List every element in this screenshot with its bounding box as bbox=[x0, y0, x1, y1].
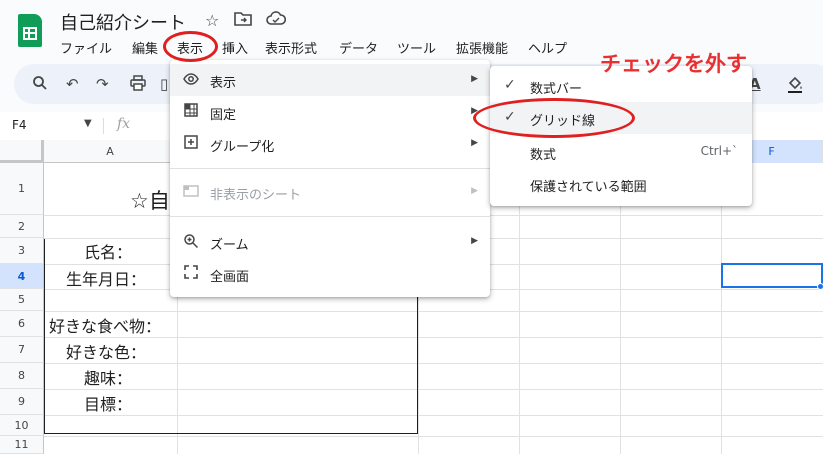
menu-divider bbox=[170, 216, 490, 217]
menu-divider bbox=[170, 168, 490, 169]
freeze-icon bbox=[182, 103, 200, 121]
selected-cell-f4[interactable] bbox=[721, 263, 823, 288]
view-menu: 表示 ▶ 固定 ▶ グループ化 ▶ 非表示のシート ▶ ズーム ▶ 全画面 bbox=[170, 60, 490, 297]
view-menu-freeze-label: 固定 bbox=[210, 108, 237, 123]
gridline bbox=[721, 163, 722, 454]
show-formulas-shortcut: Ctrl+` bbox=[700, 144, 738, 158]
annotation-circle-gridlines bbox=[473, 98, 635, 138]
menu-extensions[interactable]: 拡張機能 bbox=[456, 38, 508, 57]
show-protected-ranges-label: 保護されている範囲 bbox=[530, 180, 647, 195]
hidden-sheet-icon bbox=[182, 183, 200, 201]
show-formulas-label: 数式 bbox=[530, 148, 557, 163]
show-protected-ranges[interactable]: 保護されている範囲 bbox=[490, 168, 752, 200]
eye-icon bbox=[182, 71, 200, 89]
gridline bbox=[44, 389, 823, 390]
annotation-circle-view-menu bbox=[163, 31, 218, 62]
gridline bbox=[44, 337, 823, 338]
row-header-3[interactable]: 3 bbox=[0, 238, 44, 264]
document-title[interactable]: 自己紹介シート bbox=[60, 9, 186, 35]
cell-a1[interactable]: ☆自 bbox=[130, 185, 170, 215]
row-header-1[interactable]: 1 bbox=[0, 163, 44, 215]
menu-help[interactable]: ヘルプ bbox=[528, 38, 567, 57]
submenu-arrow-icon: ▶ bbox=[471, 74, 478, 84]
annotation-text: チェックを外す bbox=[600, 52, 747, 76]
view-menu-show[interactable]: 表示 ▶ bbox=[170, 64, 490, 96]
gridline bbox=[44, 415, 823, 416]
paint-format-icon[interactable]: ▯ bbox=[160, 75, 168, 93]
group-icon bbox=[182, 135, 200, 153]
gridline bbox=[44, 436, 823, 437]
menu-tools[interactable]: ツール bbox=[397, 38, 436, 57]
row-header-7[interactable]: 7 bbox=[0, 337, 44, 363]
fx-icon: fx bbox=[117, 116, 131, 132]
view-menu-fullscreen[interactable]: 全画面 bbox=[170, 258, 490, 290]
cell-a3[interactable]: 氏名： bbox=[84, 239, 132, 263]
menu-file[interactable]: ファイル bbox=[60, 38, 112, 57]
fill-color-icon[interactable] bbox=[786, 75, 804, 97]
row-header-5[interactable]: 5 bbox=[0, 289, 44, 311]
row-header-6[interactable]: 6 bbox=[0, 311, 44, 337]
menu-edit[interactable]: 編集 bbox=[132, 38, 158, 57]
submenu-arrow-icon: ▶ bbox=[471, 186, 478, 196]
column-header-a[interactable]: A bbox=[44, 140, 177, 163]
menu-insert[interactable]: 挿入 bbox=[222, 38, 248, 57]
submenu-arrow-icon: ▶ bbox=[471, 138, 478, 148]
star-icon[interactable]: ☆ bbox=[205, 11, 219, 30]
undo-icon[interactable]: ↶ bbox=[66, 75, 79, 93]
menu-data[interactable]: データ bbox=[339, 38, 378, 57]
cell-a6[interactable]: 好きな食べ物： bbox=[49, 313, 161, 337]
view-menu-zoom[interactable]: ズーム ▶ bbox=[170, 226, 490, 258]
view-menu-group[interactable]: グループ化 ▶ bbox=[170, 128, 490, 160]
view-menu-hidden-sheets-label: 非表示のシート bbox=[210, 188, 302, 203]
zoom-icon bbox=[182, 233, 200, 253]
table-border-bottom bbox=[44, 433, 418, 434]
cloud-saved-icon[interactable] bbox=[266, 11, 287, 31]
cell-a4[interactable]: 生年月日： bbox=[66, 266, 146, 290]
gridline bbox=[44, 311, 823, 312]
print-icon[interactable] bbox=[130, 75, 146, 95]
sheets-logo-icon[interactable] bbox=[18, 14, 42, 47]
row-header-11[interactable]: 11 bbox=[0, 436, 44, 454]
view-menu-group-label: グループ化 bbox=[210, 140, 275, 155]
spreadsheet-window: 自己紹介シート ☆ ファイル 編集 表示 挿入 表示形式 データ ツール 拡張機… bbox=[0, 0, 823, 454]
view-menu-show-label: 表示 bbox=[210, 76, 237, 91]
search-menus-icon[interactable] bbox=[32, 75, 48, 95]
view-menu-zoom-label: ズーム bbox=[210, 238, 249, 253]
select-all-corner[interactable] bbox=[0, 140, 44, 163]
row-header-10[interactable]: 10 bbox=[0, 415, 44, 436]
view-menu-hidden-sheets: 非表示のシート ▶ bbox=[170, 176, 490, 208]
name-box-dropdown-icon[interactable]: ▼ bbox=[84, 118, 92, 129]
table-border-left bbox=[44, 239, 45, 434]
row-header-4[interactable]: 4 bbox=[0, 264, 44, 289]
show-formulas[interactable]: 数式 Ctrl+` bbox=[490, 136, 752, 168]
row-header-2[interactable]: 2 bbox=[0, 215, 44, 238]
gridline bbox=[44, 363, 823, 364]
submenu-arrow-icon: ▶ bbox=[471, 236, 478, 246]
name-box[interactable]: F4 bbox=[12, 118, 27, 132]
gridline bbox=[519, 163, 520, 454]
view-menu-fullscreen-label: 全画面 bbox=[210, 270, 250, 285]
row-header-8[interactable]: 8 bbox=[0, 363, 44, 389]
gridline bbox=[620, 163, 621, 454]
menu-format[interactable]: 表示形式 bbox=[265, 38, 317, 57]
move-folder-icon[interactable] bbox=[234, 11, 252, 31]
check-icon: ✓ bbox=[504, 77, 516, 93]
formula-divider bbox=[103, 118, 104, 134]
view-menu-freeze[interactable]: 固定 ▶ bbox=[170, 96, 490, 128]
row-header-9[interactable]: 9 bbox=[0, 389, 44, 415]
fill-handle[interactable] bbox=[817, 283, 823, 290]
cell-a9[interactable]: 目標： bbox=[84, 391, 132, 415]
show-formula-bar-label: 数式バー bbox=[530, 82, 583, 97]
redo-icon[interactable]: ↷ bbox=[96, 75, 109, 93]
cell-a8[interactable]: 趣味： bbox=[84, 365, 132, 389]
cell-a7[interactable]: 好きな色： bbox=[66, 339, 146, 363]
fullscreen-icon bbox=[182, 265, 200, 283]
